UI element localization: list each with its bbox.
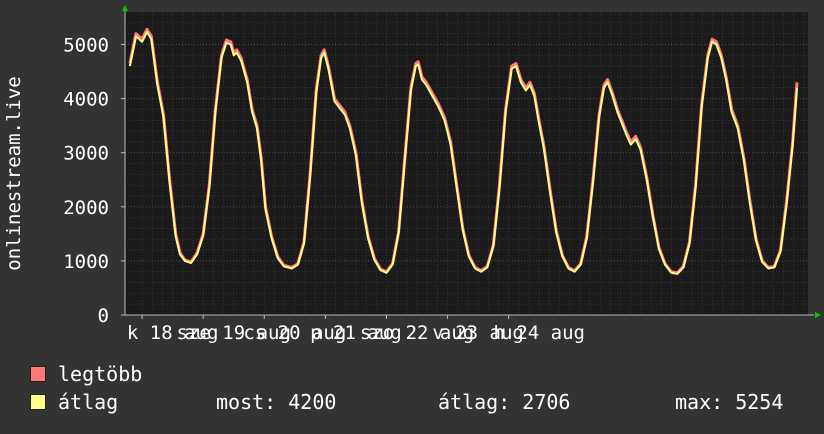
legend-item-avg: átlag (30, 390, 118, 414)
legend-swatch-avg (30, 394, 46, 410)
stat-max: max: 5254 (675, 390, 784, 414)
legend-swatch-max (30, 366, 46, 382)
stat-now: most: 4200 (216, 390, 337, 414)
y-tick-label: 0 (98, 305, 109, 327)
x-axis-arrow (815, 312, 821, 318)
legend-label-max: legtöbb (58, 362, 143, 386)
y-tick-label: 2000 (63, 197, 109, 219)
x-tick-label: h 24 aug (493, 322, 585, 344)
y-tick-label: 5000 (63, 34, 109, 56)
y-tick-label: 4000 (63, 89, 109, 111)
y-axis-arrow (122, 5, 128, 11)
y-tick-label: 1000 (63, 251, 109, 273)
stat-avg: átlag: 2706 (438, 390, 571, 414)
y-tick-label: 3000 (63, 143, 109, 165)
legend-label-avg: átlag (58, 390, 119, 414)
chart-stage: 0 1000 2000 3000 4000 5000 k 18 aug sze 19 aug c… (0, 0, 824, 430)
y-axis-label: onlinestream.live (3, 76, 25, 270)
legend-item-max: legtöbb (30, 362, 142, 386)
